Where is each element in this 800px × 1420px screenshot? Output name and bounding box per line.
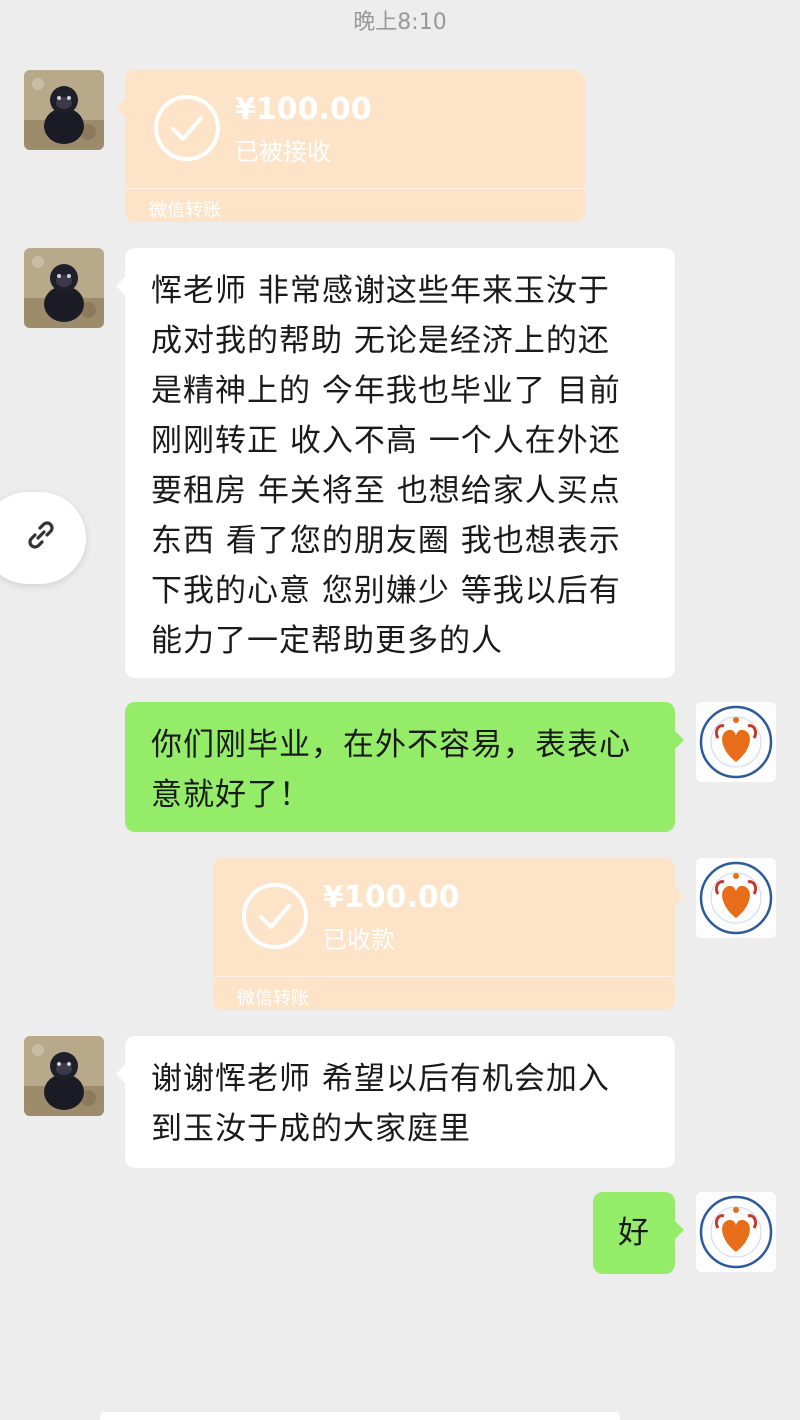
my-avatar[interactable] (696, 858, 776, 938)
transfer-status: 已被接收 (235, 138, 331, 166)
contact-avatar[interactable] (24, 1036, 104, 1116)
chat-screen: 晚上8:10 ¥100.00 已被接收 微信转账 恽老师 非常感谢这些年来玉汝于… (0, 0, 800, 1420)
message-line: 恽老师 非常感谢这些年来玉汝于 (151, 273, 610, 309)
transfer-status: 已收款 (323, 926, 395, 954)
check-circle-icon (154, 95, 220, 161)
transfer-amount: ¥100.00 (323, 880, 460, 915)
message-bubble-incoming[interactable]: 恽老师 非常感谢这些年来玉汝于 成对我的帮助 无论是经济上的还 是精神上的 今年… (116, 248, 675, 678)
my-avatar[interactable] (696, 1192, 776, 1272)
message-line: 谢谢恽老师 希望以后有机会加入 (151, 1061, 610, 1097)
link-icon (28, 521, 54, 549)
message-bubble-outgoing[interactable]: 好 (593, 1192, 684, 1274)
message-line: 要租房 年关将至 也想给家人买点 (151, 473, 621, 509)
input-bar-edge (100, 1412, 620, 1420)
check-circle-icon (242, 883, 308, 949)
transfer-label: 微信转账 (237, 988, 309, 1009)
message-line: 下我的心意 您别嫌少 等我以后有 (151, 573, 621, 609)
message-line: 能力了一定帮助更多的人 (151, 623, 503, 659)
transfer-amount: ¥100.00 (235, 92, 372, 127)
message-bubble-outgoing[interactable]: 你们刚毕业，在外不容易，表表心 意就好了！ (125, 702, 684, 832)
message-line: 你们刚毕业，在外不容易，表表心 (151, 727, 631, 763)
transfer-divider (213, 976, 675, 977)
floating-link-button[interactable] (0, 492, 86, 584)
message-line: 好 (618, 1215, 650, 1251)
message-timestamp: 晚上8:10 (353, 10, 447, 35)
message-line: 成对我的帮助 无论是经济上的还 (151, 323, 610, 359)
contact-avatar[interactable] (24, 248, 104, 328)
message-line: 是精神上的 今年我也毕业了 目前 (151, 373, 621, 409)
message-line: 意就好了！ (151, 777, 311, 813)
message-line: 刚刚转正 收入不高 一个人在外还 (151, 423, 621, 459)
transfer-divider (125, 188, 585, 189)
my-avatar[interactable] (696, 702, 776, 782)
transfer-label: 微信转账 (149, 200, 221, 221)
message-line: 到玉汝于成的大家庭里 (151, 1111, 471, 1147)
transfer-card[interactable]: ¥100.00 已被接收 微信转账 (116, 70, 585, 222)
message-bubble-incoming[interactable]: 谢谢恽老师 希望以后有机会加入 到玉汝于成的大家庭里 (116, 1036, 675, 1168)
transfer-card[interactable]: ¥100.00 已收款 微信转账 (213, 858, 684, 1010)
message-line: 东西 看了您的朋友圈 我也想表示 (151, 523, 621, 559)
contact-avatar[interactable] (24, 70, 104, 150)
